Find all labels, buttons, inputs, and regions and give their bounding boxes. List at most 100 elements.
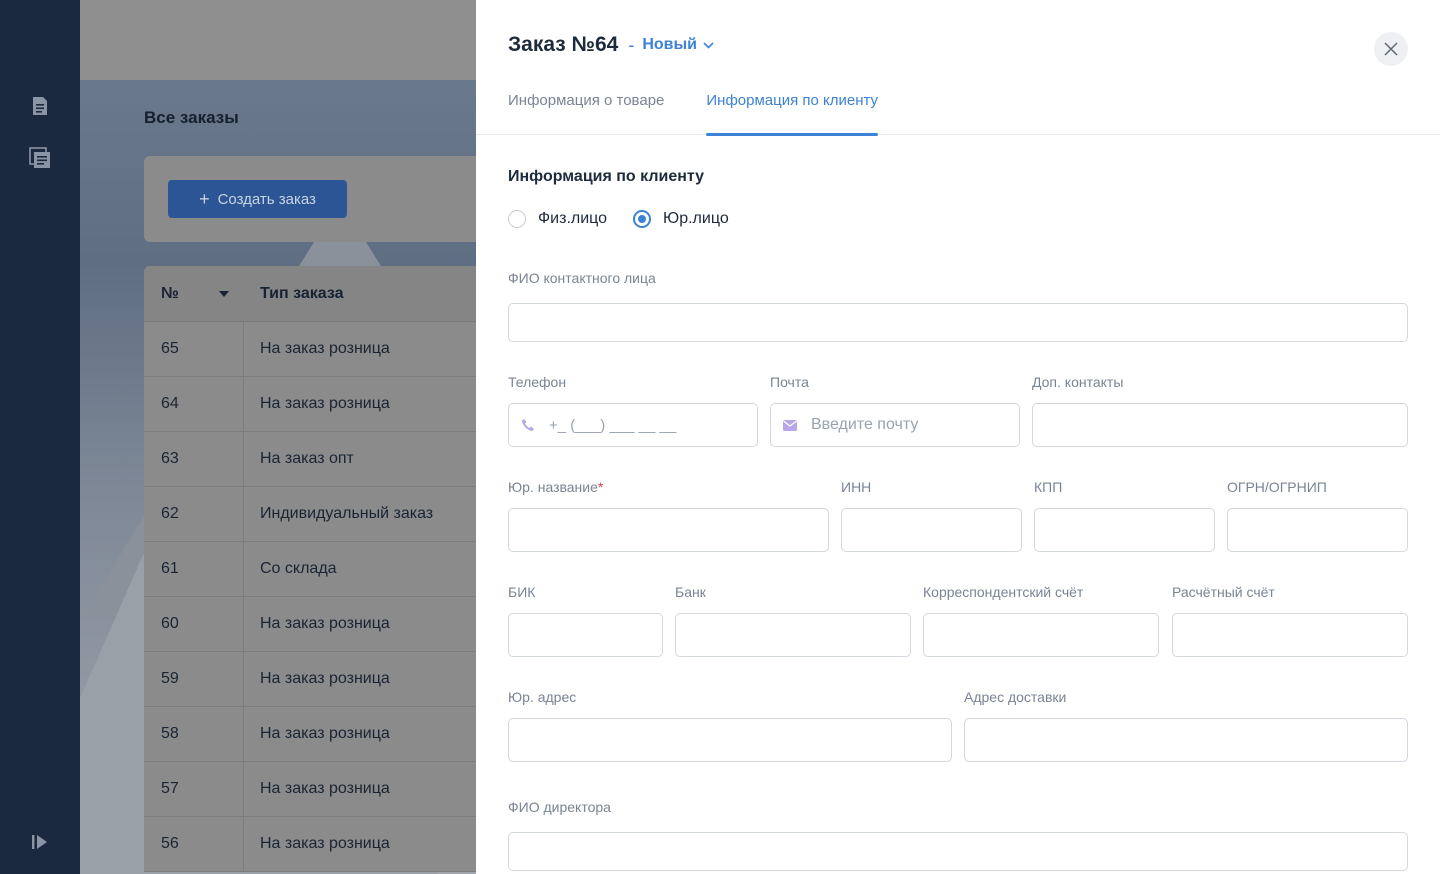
order-type: На заказ розница	[260, 615, 390, 632]
top-bar	[80, 0, 476, 80]
status-dropdown[interactable]: Новый	[642, 36, 714, 54]
order-type: Индивидуальный заказ	[260, 505, 434, 522]
table-row[interactable]: 63 На заказ опт	[144, 432, 476, 487]
director-name-field[interactable]	[508, 832, 1408, 871]
order-type: На заказ розница	[260, 395, 390, 412]
kpp-field[interactable]	[1034, 508, 1215, 552]
phone-label: Телефон	[508, 374, 567, 390]
kpp-label: КПП	[1034, 479, 1063, 495]
radio-individual-label: Физ.лицо	[538, 210, 608, 227]
table-row[interactable]: 65 На заказ розница	[144, 322, 476, 377]
column-header-number[interactable]: №	[144, 285, 244, 303]
order-number: 64	[144, 377, 244, 431]
table-row[interactable]: 64 На заказ розница	[144, 377, 476, 432]
order-type: На заказ розница	[260, 725, 390, 742]
ogrn-label: ОГРН/ОГРНИП	[1227, 479, 1327, 495]
corr-account-label: Корреспондентский счёт	[923, 584, 1084, 600]
table-row[interactable]: 60 На заказ розница	[144, 597, 476, 652]
ogrn-field[interactable]	[1227, 508, 1408, 552]
order-number: 56	[144, 817, 244, 871]
inn-label: ИНН	[841, 479, 872, 495]
title-separator: -	[628, 34, 635, 55]
contact-name-field[interactable]	[508, 303, 1408, 342]
sidebar	[0, 0, 80, 874]
legal-name-field[interactable]	[508, 508, 829, 552]
required-mark: *	[597, 479, 604, 495]
order-type: Со склада	[260, 560, 337, 577]
bank-label: Банк	[675, 584, 706, 600]
radio-circle-selected[interactable]	[633, 210, 652, 228]
orders-table: № Тип заказа 65 На заказ розница 64 На зак…	[144, 266, 476, 872]
order-type: На заказ розница	[260, 670, 390, 687]
documents-list-icon[interactable]	[28, 146, 52, 170]
extra-contacts-field[interactable]	[1032, 403, 1408, 447]
radio-legal-entity[interactable]: Юр.лицо	[633, 210, 729, 228]
drawer-header: Заказ №64 - Новый	[508, 33, 714, 57]
table-row[interactable]: 59 На заказ розница	[144, 652, 476, 707]
order-number: 63	[144, 432, 244, 486]
table-row[interactable]: 58 На заказ розница	[144, 707, 476, 762]
mail-icon	[783, 419, 797, 431]
column-header-type[interactable]: Тип заказа	[244, 285, 344, 303]
legal-address-field[interactable]	[508, 718, 952, 762]
order-number: 58	[144, 707, 244, 761]
order-type: На заказ розница	[260, 835, 390, 852]
extra-contacts-label: Доп. контакты	[1032, 374, 1124, 390]
background-page: Все заказы + Создать заказ № Тип заказа …	[80, 0, 476, 874]
tab-product-info[interactable]: Информация о товаре	[508, 80, 664, 136]
create-order-button[interactable]: + Создать заказ	[168, 180, 347, 218]
legal-name-label: Юр. название*	[508, 479, 603, 495]
order-type: На заказ розница	[260, 780, 390, 797]
radio-legal-entity-label: Юр.лицо	[663, 210, 729, 227]
delivery-address-field[interactable]	[964, 718, 1408, 762]
legal-name-label-text: Юр. название	[508, 479, 598, 495]
create-order-label: Создать заказ	[217, 190, 316, 208]
order-number: 59	[144, 652, 244, 706]
close-button[interactable]	[1374, 32, 1408, 66]
director-name-label: ФИО директора	[508, 799, 611, 815]
document-icon[interactable]	[28, 94, 52, 118]
create-order-card: + Создать заказ	[144, 156, 476, 242]
table-header: № Тип заказа	[144, 266, 476, 322]
status-label: Новый	[642, 36, 697, 53]
order-number: 61	[144, 542, 244, 596]
expand-sidebar-icon[interactable]	[28, 830, 52, 854]
table-row[interactable]: 56 На заказ розница	[144, 817, 476, 872]
delivery-address-label: Адрес доставки	[964, 689, 1067, 705]
tabs: Информация о товаре Информация по клиент…	[508, 80, 1440, 136]
corr-account-field[interactable]	[923, 613, 1159, 657]
plus-icon: +	[199, 189, 210, 209]
legal-address-label: Юр. адрес	[508, 689, 577, 705]
phone-icon	[521, 418, 535, 432]
email-field[interactable]: Введите почту	[770, 403, 1020, 447]
tab-client-info[interactable]: Информация по клиенту	[706, 80, 878, 136]
settlement-account-field[interactable]	[1172, 613, 1408, 657]
table-row[interactable]: 61 Со склада	[144, 542, 476, 597]
order-drawer: Заказ №64 - Новый Информация о товаре Ин…	[476, 0, 1440, 874]
inn-field[interactable]	[841, 508, 1022, 552]
settlement-account-label: Расчётный счёт	[1172, 584, 1275, 600]
order-title: Заказ №64	[508, 33, 619, 56]
radio-individual[interactable]: Физ.лицо	[508, 210, 607, 228]
contact-name-label: ФИО контактного лица	[508, 270, 656, 286]
column-number-label: №	[161, 284, 179, 302]
order-number: 65	[144, 322, 244, 376]
close-icon	[1384, 42, 1398, 56]
page-title: Все заказы	[144, 108, 239, 127]
bik-field[interactable]	[508, 613, 663, 657]
order-number: 62	[144, 487, 244, 541]
table-row[interactable]: 57 На заказ розница	[144, 762, 476, 817]
phone-placeholder: +_ (___) ___ __ __	[549, 416, 677, 434]
phone-field[interactable]: +_ (___) ___ __ __	[508, 403, 758, 447]
order-type: На заказ розница	[260, 340, 390, 357]
radio-circle[interactable]	[508, 210, 526, 228]
sort-down-icon[interactable]	[218, 290, 229, 297]
chevron-down-icon	[703, 41, 714, 49]
order-number: 60	[144, 597, 244, 651]
client-type-radio-group: Физ.лицо Юр.лицо	[508, 210, 729, 228]
table-row[interactable]: 62 Индивидуальный заказ	[144, 487, 476, 542]
email-label: Почта	[770, 374, 809, 390]
bank-field[interactable]	[675, 613, 911, 657]
bik-label: БИК	[508, 584, 536, 600]
section-title: Информация по клиенту	[508, 168, 705, 185]
